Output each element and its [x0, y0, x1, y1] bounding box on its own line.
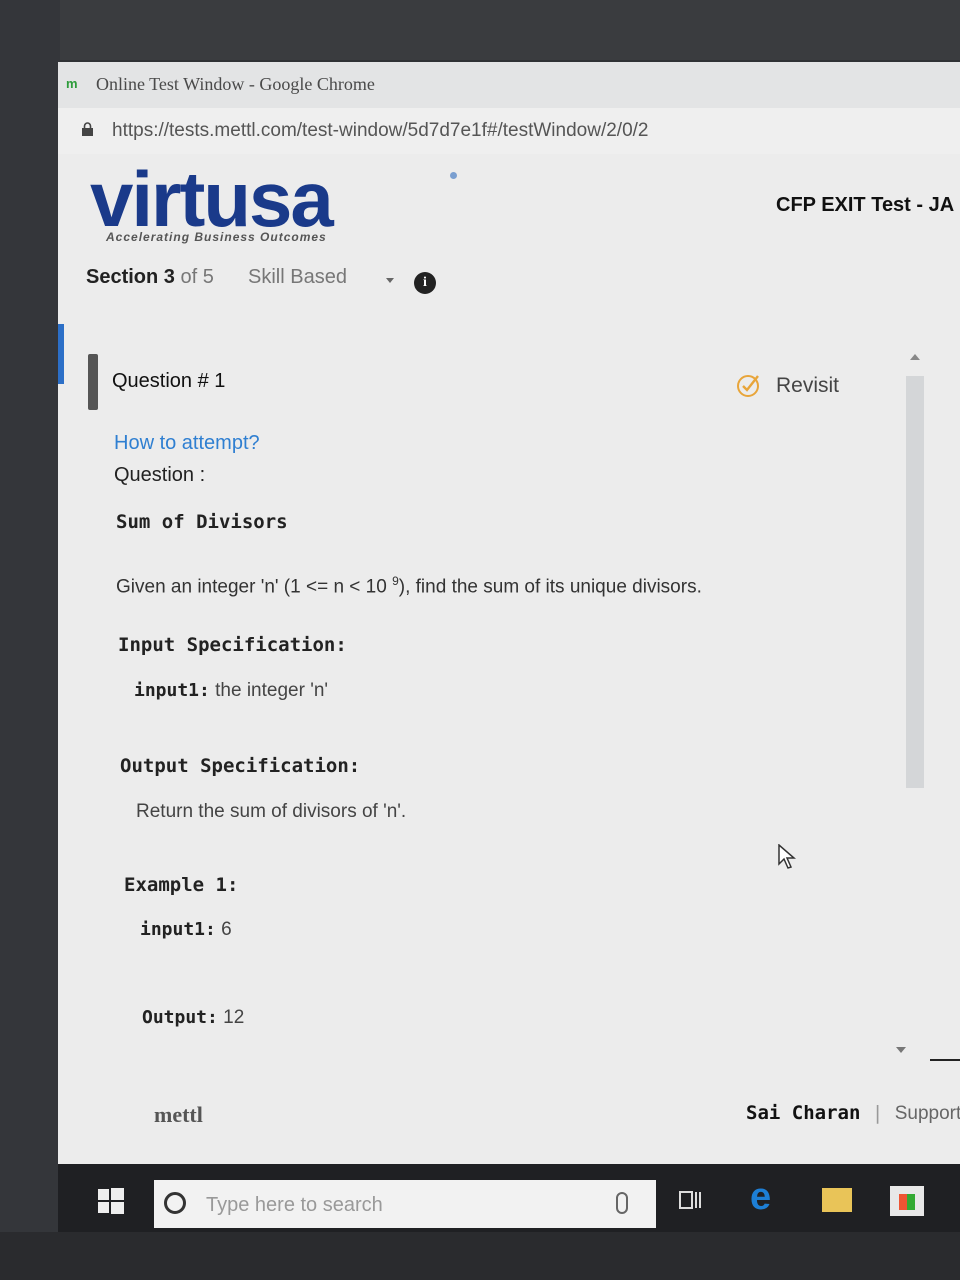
- section-total: of 5: [174, 266, 214, 288]
- cortana-icon: [164, 1192, 186, 1214]
- mouse-cursor-icon: [778, 844, 796, 869]
- support-link[interactable]: Support: [895, 1103, 960, 1124]
- url-text[interactable]: https://tests.mettl.com/test-window/5d7d…: [112, 120, 648, 142]
- example-input-value: 6: [215, 919, 232, 940]
- taskbar-search-box[interactable]: Type here to search: [154, 1180, 656, 1228]
- windows-taskbar: Type here to search e: [58, 1164, 960, 1232]
- question-title: Sum of Divisors: [116, 511, 288, 533]
- window-title: Online Test Window - Google Chrome: [96, 74, 375, 94]
- section-dropdown[interactable]: Skill Based: [248, 266, 347, 289]
- mettl-logo: mettl: [154, 1102, 203, 1127]
- question-scrollbar[interactable]: [904, 354, 926, 874]
- example-input-key: input1:: [140, 919, 216, 940]
- example-output-key: Output:: [142, 1007, 218, 1028]
- scroll-down-arrow-icon[interactable]: [896, 1047, 906, 1053]
- search-placeholder: Type here to search: [206, 1194, 383, 1216]
- divider-dash: [930, 1059, 960, 1061]
- input-spec-text: the integer 'n': [209, 680, 329, 701]
- question-statement: Given an integer 'n' (1 <= n < 10 9), fi…: [116, 574, 702, 598]
- output-spec-heading: Output Specification:: [120, 755, 361, 777]
- statement-exponent: 9: [392, 574, 399, 588]
- file-explorer-icon[interactable]: [822, 1188, 852, 1212]
- input-spec-key: input1:: [134, 680, 210, 701]
- statement-part-1: Given an integer 'n' (1 <= n < 10: [116, 576, 393, 598]
- lock-icon: [82, 122, 93, 136]
- footer-separator: |: [860, 1102, 895, 1124]
- monitor-bezel-bottom: [0, 1232, 960, 1280]
- brand-tagline: Accelerating Business Outcomes: [106, 230, 327, 244]
- store-icon[interactable]: [890, 1186, 924, 1216]
- section-indicator: Section 3 of 5: [86, 266, 214, 289]
- scroll-thumb[interactable]: [906, 376, 924, 788]
- registered-mark: [450, 172, 457, 179]
- revisit-check-icon: [737, 375, 759, 397]
- statement-part-2: ), find the sum of its unique divisors.: [398, 576, 702, 598]
- question-number: Question # 1: [112, 370, 226, 392]
- address-bar[interactable]: https://tests.mettl.com/test-window/5d7d…: [58, 108, 960, 155]
- scroll-up-arrow-icon[interactable]: [910, 354, 920, 360]
- example-output-value: 12: [217, 1007, 245, 1028]
- revisit-button[interactable]: Revisit: [736, 372, 856, 402]
- input-spec-line: input1: the integer 'n': [134, 680, 328, 702]
- question-heading: Question :: [114, 464, 206, 486]
- monitor-bezel-top: [0, 0, 960, 60]
- footer-user-info: Sai Charan | Support: [746, 1102, 960, 1125]
- how-to-attempt-link[interactable]: How to attempt?: [114, 432, 260, 455]
- info-icon[interactable]: i: [414, 272, 436, 294]
- microphone-icon[interactable]: [616, 1192, 628, 1214]
- test-title: CFP EXIT Test - JA: [776, 194, 955, 216]
- output-spec-text: Return the sum of divisors of 'n'.: [136, 801, 407, 822]
- left-accent-bar: [58, 324, 64, 384]
- mettl-app-icon: m: [66, 76, 78, 91]
- task-view-icon[interactable]: [678, 1188, 702, 1212]
- user-name: Sai Charan: [746, 1102, 861, 1124]
- example-input: input1: 6: [140, 919, 232, 941]
- browser-title-bar: m Online Test Window - Google Chrome: [58, 62, 960, 109]
- test-page: virtusa Accelerating Business Outcomes C…: [58, 154, 960, 1164]
- revisit-label: Revisit: [776, 374, 840, 397]
- windows-start-icon[interactable]: [98, 1188, 124, 1214]
- section-current: Section 3: [86, 266, 175, 288]
- input-spec-heading: Input Specification:: [118, 634, 347, 656]
- screen: m Online Test Window - Google Chrome htt…: [58, 62, 960, 1232]
- edge-browser-icon[interactable]: e: [750, 1176, 771, 1219]
- example-heading: Example 1:: [124, 874, 239, 896]
- question-marker: [88, 354, 98, 410]
- chevron-down-icon[interactable]: [386, 278, 394, 283]
- monitor-bezel-left: [0, 0, 60, 1280]
- example-output: Output: 12: [142, 1007, 244, 1029]
